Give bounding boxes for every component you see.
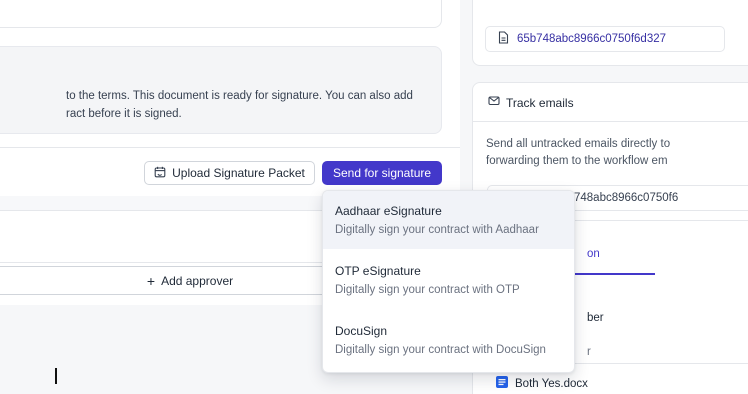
upload-signature-packet-button[interactable]: Upload Signature Packet [144,161,315,185]
menu-item-title: OTP eSignature [335,264,421,278]
partially-hidden-text: ber [587,312,604,324]
calendar-sync-icon [154,166,166,181]
send-button-label: Send for signature [332,166,432,180]
document-id-text: 65b748abc8966c0750f6d327 [517,33,667,45]
upload-button-label: Upload Signature Packet [172,166,305,180]
track-emails-title: Track emails [506,95,574,110]
notice-line-1: to the terms. This document is ready for… [66,90,413,102]
plus-icon: + [146,272,156,289]
track-emails-description: Send all untracked emails directly to fo… [486,136,748,170]
summary-card [0,0,442,28]
divider [473,121,748,122]
notice-text: to the terms. This document is ready for… [66,87,446,123]
text-cursor [55,368,57,384]
tab-label-fragment[interactable]: on [587,248,600,260]
file-name: Both Yes.docx [515,377,588,390]
partially-hidden-text: r [587,346,591,358]
menu-item-title: DocuSign [335,324,388,338]
signature-method-menu: Aadhaar eSignature Digitally sign your c… [322,190,575,373]
track-emails-header: Track emails [488,95,574,110]
notice-line-2: ract before it is signed. [66,108,182,120]
menu-item-docusign[interactable]: DocuSign Digitally sign your contract wi… [323,311,574,369]
docx-file-icon [495,375,509,392]
menu-item-description: Digitally sign your contract with OTP [335,284,520,296]
add-approver-label: Add approver [161,273,234,288]
send-for-signature-button[interactable]: Send for signature [322,161,442,185]
track-desc-line-1: Send all untracked emails directly to [486,138,671,150]
attached-file-item[interactable]: Both Yes.docx [495,375,588,392]
divider [0,147,460,148]
menu-item-description: Digitally sign your contract with Aadhaa… [335,224,539,236]
track-desc-line-2: forwarding them to the workflow em [486,155,668,167]
file-icon [498,31,509,47]
document-id-link[interactable]: 65b748abc8966c0750f6d327 [485,26,725,52]
menu-item-title: Aadhaar eSignature [335,204,442,218]
menu-item-description: Digitally sign your contract with DocuSi… [335,344,546,356]
menu-item-otp-esignature[interactable]: OTP eSignature Digitally sign your contr… [323,251,574,309]
menu-item-aadhaar-esignature[interactable]: Aadhaar eSignature Digitally sign your c… [323,191,574,249]
mail-track-icon [488,95,500,110]
